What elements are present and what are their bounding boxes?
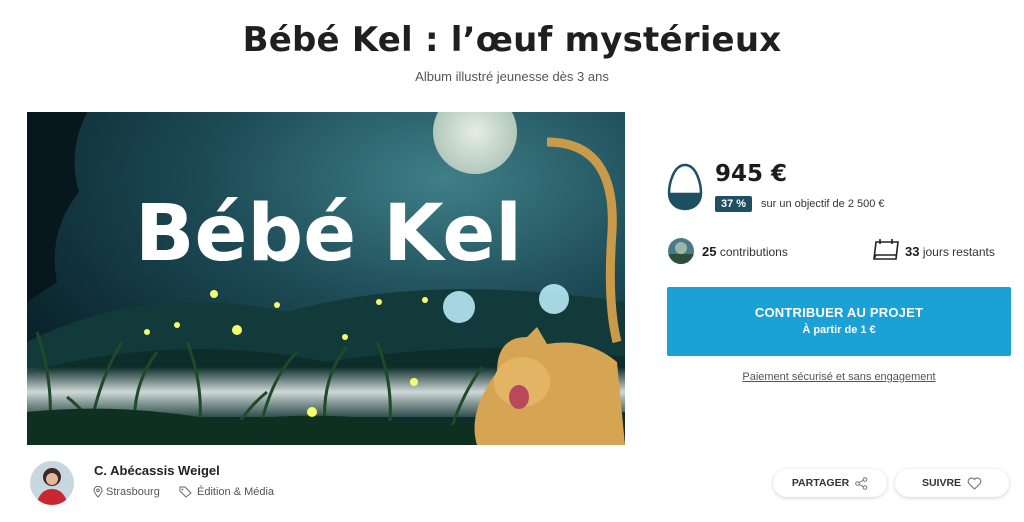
calendar-icon — [873, 239, 899, 260]
contribute-button-sublabel: À partir de 1 € — [802, 324, 876, 336]
contributions-stat: 25 contributions — [702, 244, 788, 259]
follow-button[interactable]: SUIVRE — [895, 469, 1009, 497]
share-icon — [855, 476, 868, 490]
days-count: 33 — [905, 244, 920, 259]
project-title: Bébé Kel : l’œuf mystérieux — [242, 20, 782, 60]
days-label: jours restants — [922, 245, 995, 259]
author-location: Strasbourg — [93, 486, 160, 498]
percent-badge: 37 % — [715, 196, 753, 212]
contribute-button[interactable]: CONTRIBUER AU PROJET À partir de 1 € — [667, 287, 1011, 356]
egg-icon — [667, 163, 703, 211]
contributors-avatar[interactable] — [668, 238, 694, 264]
hero-logo-text: Bébé Kel — [135, 189, 522, 279]
contributions-label: contributions — [719, 245, 788, 259]
author-avatar[interactable] — [30, 461, 74, 505]
days-remaining-stat: 33 jours restants — [905, 244, 995, 259]
project-category-text: Édition & Média — [197, 486, 275, 498]
amount-raised: 945 € — [715, 161, 788, 187]
heart-icon — [967, 477, 982, 490]
author-name[interactable]: C. Abécassis Weigel — [94, 463, 220, 478]
share-button-label: PARTAGER — [791, 477, 850, 489]
tag-icon — [179, 486, 192, 498]
hero-illustration: Bébé Kel — [27, 112, 625, 445]
project-category[interactable]: Édition & Média — [179, 486, 274, 498]
share-button[interactable]: PARTAGER — [773, 469, 887, 497]
contributions-count: 25 — [702, 244, 717, 259]
project-subtitle: Album illustré jeunesse dès 3 ans — [415, 69, 609, 84]
goal-text: sur un objectif de 2 500 € — [761, 198, 885, 210]
author-location-text: Strasbourg — [106, 486, 160, 498]
secure-payment-link[interactable]: Paiement sécurisé et sans engagement — [667, 371, 1011, 383]
project-hero-image[interactable]: Bébé Kel — [27, 112, 625, 445]
follow-button-label: SUIVRE — [921, 477, 962, 489]
contribute-button-label: CONTRIBUER AU PROJET — [754, 305, 924, 320]
location-pin-icon — [93, 486, 103, 498]
